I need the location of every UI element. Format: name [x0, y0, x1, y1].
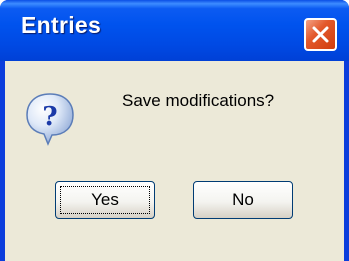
- svg-text:?: ?: [42, 102, 57, 132]
- yes-button[interactable]: Yes: [55, 181, 155, 219]
- question-icon: ?: [26, 93, 74, 146]
- no-button-label: No: [232, 190, 254, 209]
- title-bar[interactable]: Entries: [0, 0, 349, 61]
- close-icon: [312, 26, 329, 43]
- dialog-body: ? Save modifications? Yes No: [5, 61, 344, 261]
- yes-button-label: Yes: [91, 190, 119, 209]
- dialog-window: Entries ? Save modifications? Yes No: [0, 0, 349, 261]
- dialog-message: Save modifications?: [122, 91, 275, 110]
- no-button[interactable]: No: [193, 181, 293, 219]
- window-title: Entries: [21, 12, 102, 38]
- close-button[interactable]: [304, 18, 337, 51]
